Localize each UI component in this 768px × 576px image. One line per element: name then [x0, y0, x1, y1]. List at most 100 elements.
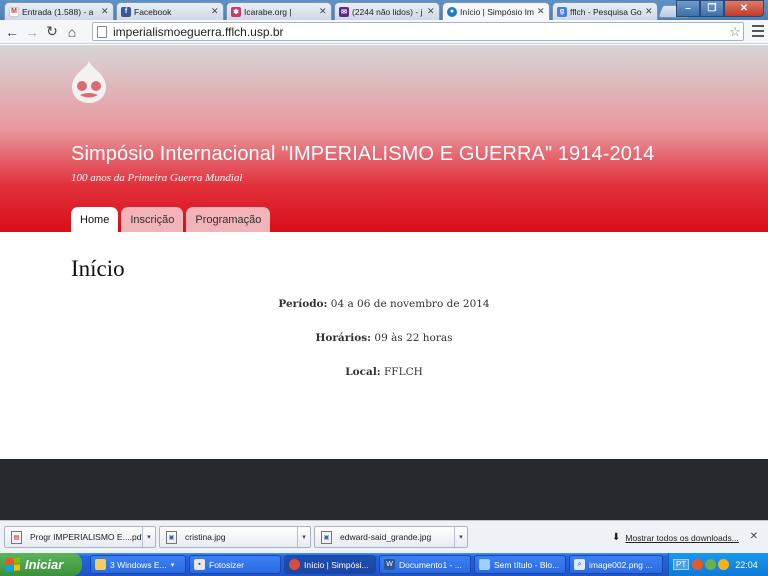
chevron-down-icon: ▾ [170, 561, 175, 569]
tab-yahoo-mail[interactable]: ✉ (2244 não lidos) - j ✕ [334, 2, 440, 20]
close-tab-icon[interactable]: ✕ [427, 6, 435, 17]
taskbar-button-label: image002.png ... [589, 559, 653, 570]
tab-title: Entrada (1.588) - a [22, 6, 94, 17]
icarabe-icon: ✱ [231, 6, 241, 17]
tab-google-search[interactable]: g fflch - Pesquisa Go ✕ [552, 2, 658, 20]
taskbar-button-notepad[interactable]: Sem título - Blo... [474, 555, 566, 574]
tab-title: Facebook [134, 6, 172, 17]
address-bar[interactable]: imperialismoeguerra.fflch.usp.br ☆ [92, 22, 744, 41]
download-arrow-icon: ⬇ [612, 532, 621, 543]
close-window-button[interactable]: ✕ [724, 0, 764, 17]
site-footer [0, 459, 768, 520]
maximize-button[interactable]: ❐ [700, 0, 724, 17]
browser-tab-strip: M Entrada (1.588) - a ✕ f Facebook ✕ ✱ I… [0, 0, 768, 20]
chevron-down-icon[interactable]: ▾ [142, 527, 155, 547]
browser-toolbar: ← → ↻ ⌂ imperialismoeguerra.fflch.usp.br… [0, 20, 768, 44]
download-name: edward-said_grande.jpg [340, 532, 432, 542]
drupal-logo-icon[interactable] [68, 60, 110, 104]
folder-icon [95, 559, 106, 570]
taskbar-button-label: Sem título - Blo... [494, 559, 560, 570]
fotosizer-icon: ▪ [194, 559, 205, 570]
menu-icon[interactable] [752, 24, 764, 38]
info-horarios: Horários: 09 às 22 horas [0, 332, 768, 344]
chevron-down-icon[interactable]: ▾ [454, 527, 467, 547]
notepad-icon [479, 559, 490, 570]
home-icon[interactable]: ⌂ [62, 22, 82, 42]
site-slogan: 100 anos da Primeira Guerra Mundial [71, 172, 243, 184]
tab-title: fflch - Pesquisa Go [570, 6, 642, 17]
chevron-down-icon[interactable]: ▾ [297, 527, 310, 547]
info-value: 09 às 22 horas [371, 332, 453, 344]
tab-icarabe[interactable]: ✱ Icarabe.org | ✕ [226, 2, 332, 20]
close-tab-icon[interactable]: ✕ [537, 6, 545, 17]
close-tab-icon[interactable]: ✕ [319, 6, 327, 17]
web-page: Simpósio Internacional "IMPERIALISMO E G… [0, 45, 768, 520]
download-name: Progr IMPERIALISMO E....pdf [30, 532, 142, 542]
site-header: Simpósio Internacional "IMPERIALISMO E G… [0, 45, 768, 232]
yahoo-mail-icon: ✉ [339, 6, 349, 17]
taskbar-button-chrome[interactable]: Início | Simpósi... [284, 555, 376, 574]
site-title[interactable]: Simpósio Internacional "IMPERIALISMO E G… [71, 143, 654, 166]
close-tab-icon[interactable]: ✕ [101, 6, 109, 17]
page-icon [97, 25, 107, 38]
tab-facebook[interactable]: f Facebook ✕ [116, 2, 224, 20]
nav-tab-inscricao[interactable]: Inscrição [121, 207, 184, 232]
info-periodo: Período: 04 a 06 de novembro de 2014 [0, 298, 768, 310]
tray-app-icon[interactable] [718, 559, 730, 570]
url-text: imperialismoeguerra.fflch.usp.br [113, 24, 284, 39]
close-downloads-bar-icon[interactable]: ✕ [750, 531, 758, 542]
taskbar-button-label: Início | Simpósi... [304, 559, 369, 570]
nav-tab-programacao[interactable]: Programação [186, 207, 271, 232]
windows-taskbar: Iniciar 3 Windows E... ▾ ▪ Fotosizer Iní… [0, 553, 768, 576]
gmail-icon: M [9, 6, 19, 17]
tab-title: Icarabe.org | [244, 6, 292, 17]
window-controls: – ❐ ✕ [676, 0, 764, 17]
main-content: Início Período: 04 a 06 de novembro de 2… [0, 232, 768, 459]
taskbar-button-explorer[interactable]: 3 Windows E... ▾ [90, 555, 186, 574]
taskbar-button-label: 3 Windows E... [110, 559, 167, 570]
show-all-downloads-link[interactable]: Mostrar todos os downloads... [625, 533, 738, 543]
close-tab-icon[interactable]: ✕ [645, 6, 653, 17]
info-label: Local: [345, 366, 381, 378]
info-label: Horários: [315, 332, 372, 344]
language-indicator[interactable]: PT [673, 559, 690, 570]
taskbar-button-image-viewer[interactable]: ⌕ image002.png ... [569, 555, 663, 574]
info-value: FFLCH [380, 366, 423, 378]
reload-icon[interactable]: ↻ [42, 22, 62, 42]
clock[interactable]: 22:04 [735, 560, 758, 570]
word-icon: W [384, 559, 395, 570]
minimize-button[interactable]: – [676, 0, 700, 17]
start-button[interactable]: Iniciar [0, 553, 82, 576]
download-item[interactable]: ▣ cristina.jpg ▾ [159, 526, 311, 548]
bookmark-star-icon[interactable]: ☆ [727, 24, 743, 40]
back-arrow-icon[interactable]: ← [2, 22, 22, 42]
tab-gmail[interactable]: M Entrada (1.588) - a ✕ [4, 2, 114, 20]
image-file-icon: ▣ [321, 530, 332, 544]
image-file-icon: ▣ [166, 530, 177, 544]
download-item[interactable]: ▣ edward-said_grande.jpg ▾ [314, 526, 468, 548]
taskbar-button-fotosizer[interactable]: ▪ Fotosizer [189, 555, 281, 574]
system-tray: PT 22:04 [668, 553, 768, 576]
screen: M Entrada (1.588) - a ✕ f Facebook ✕ ✱ I… [0, 0, 768, 576]
nav-tab-home[interactable]: Home [71, 207, 119, 232]
download-name: cristina.jpg [185, 532, 226, 542]
downloads-bar: ▤ Progr IMPERIALISMO E....pdf ▾ ▣ cristi… [0, 520, 768, 553]
close-tab-icon[interactable]: ✕ [211, 6, 219, 17]
info-local: Local: FFLCH [0, 366, 768, 378]
show-all-downloads[interactable]: ⬇ Mostrar todos os downloads... [612, 532, 739, 543]
tray-app-icon[interactable] [705, 559, 717, 570]
info-label: Período: [278, 298, 328, 310]
facebook-icon: f [121, 6, 131, 17]
forward-arrow-icon[interactable]: → [22, 22, 42, 42]
main-nav: Home Inscrição Programação [71, 207, 271, 232]
download-item[interactable]: ▤ Progr IMPERIALISMO E....pdf ▾ [4, 526, 156, 548]
tray-app-icon[interactable] [692, 559, 704, 570]
windows-flag-icon [6, 557, 20, 572]
start-label: Iniciar [25, 557, 64, 572]
google-icon: g [557, 6, 567, 17]
taskbar-button-word[interactable]: W Documento1 - ... [379, 555, 471, 574]
tab-title: (2244 não lidos) - j [352, 6, 423, 17]
taskbar-button-label: Fotosizer [209, 559, 244, 570]
tab-title: Início | Simpósio Im [460, 6, 535, 17]
tab-simposio[interactable]: ● Início | Simpósio Im ✕ [442, 2, 550, 20]
